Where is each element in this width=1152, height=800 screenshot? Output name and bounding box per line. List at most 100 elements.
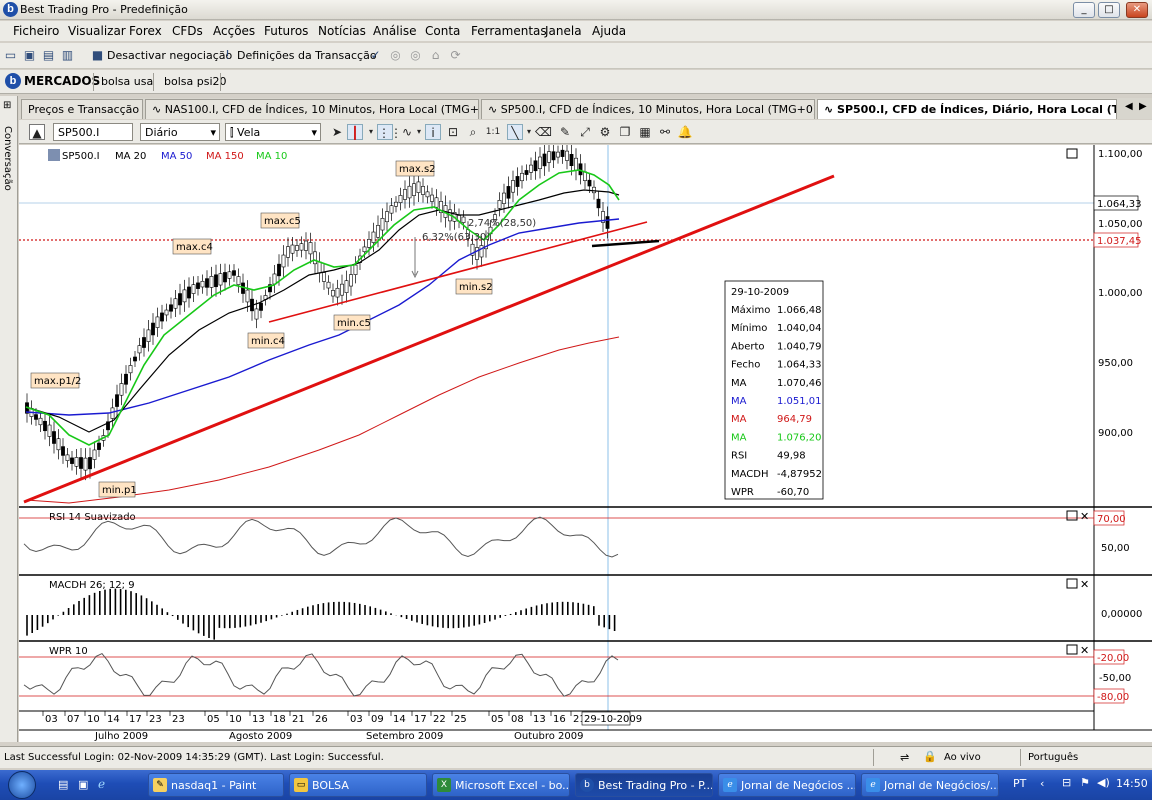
panel-close-icon[interactable]: ✕ bbox=[1080, 644, 1089, 657]
annotation-max-s2[interactable]: max.s2 bbox=[395, 160, 436, 177]
tab-scroll-left-icon[interactable]: ◀ bbox=[1125, 101, 1133, 112]
chart-area[interactable]: 6,32%(63,30) 2,74%(28,50) max.p1/2 min.p… bbox=[19, 145, 1152, 742]
link-icon[interactable]: ⚯ bbox=[657, 124, 673, 140]
legend-ma20[interactable]: MA 20 bbox=[115, 151, 146, 162]
conversation-sidebar[interactable]: ⊞ Conversação bbox=[0, 96, 18, 742]
panel-maximize-icon[interactable] bbox=[1066, 510, 1078, 521]
network-icon[interactable]: ⊟ bbox=[1062, 776, 1071, 789]
sidebar-pin-icon[interactable]: ⊞ bbox=[3, 100, 11, 111]
collapse-up-icon[interactable]: ▲ bbox=[29, 124, 45, 140]
legend-ma50[interactable]: MA 50 bbox=[161, 151, 192, 162]
menu-ajuda[interactable]: Ajuda bbox=[592, 24, 626, 38]
task-paint[interactable]: ✎ nasdaq1 - Paint bbox=[148, 773, 284, 797]
task-best-trading[interactable]: b Best Trading Pro - P... bbox=[575, 773, 713, 797]
clock[interactable]: 14:50 bbox=[1116, 777, 1148, 790]
workspace-tab-bolsa-usa[interactable]: bolsa usa bbox=[101, 75, 153, 88]
task-bolsa[interactable]: ▭ BOLSA bbox=[289, 773, 427, 797]
home-icon[interactable]: ⌂ bbox=[428, 48, 443, 63]
annotation-min-p1[interactable]: min.p1 bbox=[98, 481, 137, 498]
flag-icon[interactable]: ⚑ bbox=[1080, 776, 1090, 789]
open-folder-icon[interactable]: ▭ bbox=[3, 48, 18, 63]
menu-futuros[interactable]: Futuros bbox=[264, 24, 308, 38]
panel-close-icon[interactable]: ✕ bbox=[1080, 578, 1089, 591]
menu-janela[interactable]: Janela bbox=[545, 24, 582, 38]
close-button[interactable]: ✕ bbox=[1126, 2, 1148, 18]
menu-accoes[interactable]: Acções bbox=[213, 24, 255, 38]
connection-icon[interactable]: ⇌ bbox=[900, 751, 909, 764]
annotation-min-c5[interactable]: min.c5 bbox=[333, 314, 371, 331]
menu-forex[interactable]: Forex bbox=[129, 24, 162, 38]
macd-title[interactable]: MACDH 26; 12; 9 bbox=[49, 580, 135, 591]
zoom-icon[interactable]: ⌕ bbox=[465, 124, 481, 140]
task-excel[interactable]: X Microsoft Excel - bo... bbox=[432, 773, 570, 797]
maximize-button[interactable]: □ bbox=[1098, 2, 1120, 18]
menu-visualizar[interactable]: Visualizar bbox=[68, 24, 126, 38]
chevron-down-icon[interactable]: ▾ bbox=[367, 124, 375, 140]
support-line[interactable] bbox=[591, 239, 660, 248]
back-icon[interactable]: ◎ bbox=[388, 48, 403, 63]
refresh-icon[interactable]: ⟳ bbox=[448, 48, 463, 63]
show-desktop-icon[interactable]: ▤ bbox=[58, 778, 68, 791]
save-icon[interactable]: ▣ bbox=[22, 48, 37, 63]
start-button[interactable] bbox=[0, 770, 48, 800]
annotation-min-c4[interactable]: min.c4 bbox=[247, 332, 285, 349]
tab-scroll-right-icon[interactable]: ▶ bbox=[1139, 101, 1147, 112]
menu-ferramentas[interactable]: Ferramentas bbox=[471, 24, 547, 38]
ie-icon[interactable]: ℯ bbox=[98, 777, 105, 791]
menu-ficheiro[interactable]: Ficheiro bbox=[13, 24, 59, 38]
marker-tool-icon[interactable]: ┃ bbox=[347, 124, 363, 140]
rsi-title[interactable]: RSI 14 Suavizado bbox=[49, 512, 136, 523]
symbol-input[interactable]: SP500.I bbox=[53, 123, 133, 141]
forward-icon[interactable]: ◎ bbox=[408, 48, 423, 63]
annotation-max-c5[interactable]: max.c5 bbox=[260, 212, 301, 229]
panel-maximize-icon[interactable] bbox=[1066, 644, 1078, 655]
sidebar-label[interactable]: Conversação bbox=[2, 126, 13, 191]
check-icon[interactable]: ✓ bbox=[368, 48, 383, 63]
indicator-icon[interactable]: ∿ bbox=[399, 124, 415, 140]
annotation-max-p12[interactable]: max.p1/2 bbox=[30, 372, 81, 389]
task-jornal-2[interactable]: ℯ Jornal de Negócios/... bbox=[861, 773, 999, 797]
annotation-max-c4[interactable]: max.c4 bbox=[172, 238, 213, 255]
tools-icon[interactable]: ⚙ bbox=[597, 124, 613, 140]
tab-nas100-10min[interactable]: ∿ NAS100.I, CFD de Índices, 10 Minutos, … bbox=[145, 99, 479, 119]
expand-icon[interactable]: ⤢ bbox=[577, 124, 593, 140]
info-icon[interactable]: i bbox=[425, 124, 441, 140]
windows-icon[interactable]: ❐ bbox=[617, 124, 633, 140]
legend-ma10[interactable]: MA 10 bbox=[256, 151, 287, 162]
grid-icon[interactable]: ⋮⋮ bbox=[377, 124, 402, 140]
print-icon[interactable]: ▥ bbox=[60, 48, 75, 63]
menu-noticias[interactable]: Notícias bbox=[318, 24, 366, 38]
language-status[interactable]: Português bbox=[1028, 752, 1078, 763]
panel-maximize-icon[interactable] bbox=[1066, 148, 1078, 159]
workspace-tab-mercados[interactable]: MERCADOS bbox=[24, 74, 100, 88]
input-language[interactable]: PT bbox=[1013, 777, 1026, 790]
chevron-down-icon[interactable]: ▾ bbox=[415, 124, 423, 140]
alert-bell-icon[interactable]: 🔔 bbox=[677, 124, 693, 140]
zoom-area-icon[interactable]: ⊡ bbox=[445, 124, 461, 140]
tray-expand-icon[interactable]: ‹ bbox=[1040, 777, 1044, 790]
draw-icon[interactable]: ✎ bbox=[557, 124, 573, 140]
legend-symbol[interactable]: SP500.I bbox=[62, 151, 100, 162]
zoom-reset-icon[interactable]: 1:1 bbox=[485, 124, 501, 140]
volume-icon[interactable]: ◀) bbox=[1097, 776, 1110, 789]
wpr-title[interactable]: WPR 10 bbox=[49, 646, 88, 657]
menu-analise[interactable]: Análise bbox=[373, 24, 416, 38]
menu-cfds[interactable]: CFDs bbox=[172, 24, 203, 38]
workspace-tab-bolsa-psi20[interactable]: bolsa psi20 bbox=[164, 75, 227, 88]
chevron-down-icon[interactable]: ▾ bbox=[525, 124, 533, 140]
annotation-min-s2[interactable]: min.s2 bbox=[455, 278, 493, 295]
deactivate-trading-button[interactable]: Desactivar negociação bbox=[107, 49, 232, 62]
deactivate-trading-icon[interactable]: ■ bbox=[90, 48, 105, 63]
tab-sp500-10min[interactable]: ∿ SP500.I, CFD de Índices, 10 Minutos, H… bbox=[481, 99, 815, 119]
menu-conta[interactable]: Conta bbox=[425, 24, 460, 38]
tab-precos-transaccao[interactable]: Preços e Transacção bbox=[21, 99, 143, 119]
chart-type-select[interactable]: ⫿ Vela ▾ bbox=[225, 123, 321, 141]
layout-icon[interactable]: ▦ bbox=[637, 124, 653, 140]
panel-maximize-icon[interactable] bbox=[1066, 578, 1078, 589]
task-jornal-1[interactable]: ℯ Jornal de Negócios ... bbox=[718, 773, 856, 797]
panel-close-icon[interactable]: ✕ bbox=[1080, 510, 1089, 523]
tab-sp500-daily[interactable]: ∿ SP500.I, CFD de Índices, Diário, Hora … bbox=[817, 99, 1117, 119]
cursor-icon[interactable]: ➤ bbox=[329, 124, 345, 140]
print-preview-icon[interactable]: ▤ bbox=[41, 48, 56, 63]
trendline-tool-icon[interactable]: ╲ bbox=[507, 124, 523, 140]
